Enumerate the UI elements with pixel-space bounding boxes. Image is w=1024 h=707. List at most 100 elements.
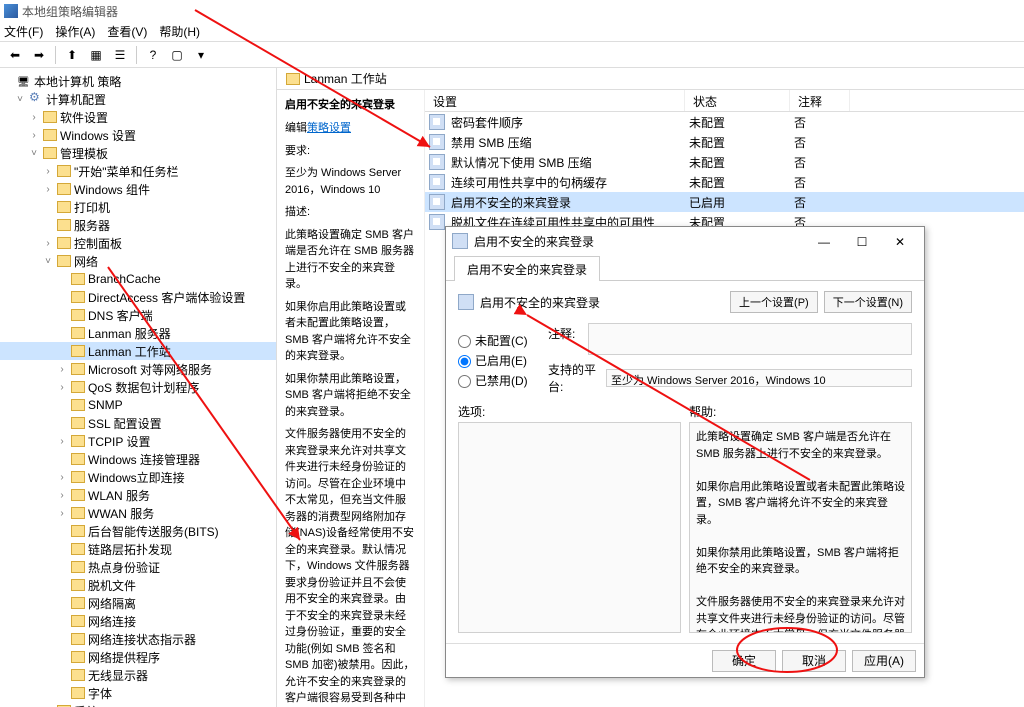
tree-network[interactable]: ˅网络	[0, 252, 276, 270]
tree-item[interactable]: 网络隔离	[0, 594, 276, 612]
list-row[interactable]: 禁用 SMB 压缩 未配置 否	[425, 132, 1024, 152]
tree-item[interactable]: 后台智能传送服务(BITS)	[0, 522, 276, 540]
tree-item[interactable]: Windows 连接管理器	[0, 450, 276, 468]
close-button[interactable]: ✕	[882, 231, 918, 251]
policy-dialog: 启用不安全的来宾登录 — ☐ ✕ 启用不安全的来宾登录 启用不安全的来宾登录 上…	[445, 226, 925, 678]
folder-icon	[71, 561, 85, 573]
tab-main[interactable]: 启用不安全的来宾登录	[454, 256, 600, 281]
tree-item[interactable]: 网络连接	[0, 612, 276, 630]
folder-icon	[71, 507, 85, 519]
tree-item[interactable]: 打印机	[0, 198, 276, 216]
menu-help[interactable]: 帮助(H)	[159, 23, 200, 40]
props-button[interactable]: ☰	[109, 44, 131, 66]
prev-setting-button[interactable]: 上一个设置(P)	[730, 291, 818, 313]
radio-disabled[interactable]: 已禁用(D)	[458, 372, 548, 389]
folder-icon	[57, 183, 71, 195]
content-title: Lanman 工作站	[304, 70, 387, 87]
folder-icon	[71, 597, 85, 609]
tree-item[interactable]: 脱机文件	[0, 576, 276, 594]
state-radios: 未配置(C) 已启用(E) 已禁用(D)	[458, 329, 548, 399]
menu-view[interactable]: 查看(V)	[107, 23, 147, 40]
toolbar: ⬅ ➡ ⬆ ▦ ☰ ? ▢ ▾	[0, 42, 1024, 68]
tree-item[interactable]: 无线显示器	[0, 666, 276, 684]
dialog-tabs: 启用不安全的来宾登录	[446, 255, 924, 281]
tree-item[interactable]: 链路层拓扑发现	[0, 540, 276, 558]
separator	[55, 46, 56, 64]
tree-item[interactable]: 热点身份验证	[0, 558, 276, 576]
folder-icon	[286, 73, 300, 85]
menu-action[interactable]: 操作(A)	[55, 23, 95, 40]
cancel-button[interactable]: 取消	[782, 650, 846, 672]
tree-item[interactable]: 网络提供程序	[0, 648, 276, 666]
next-setting-button[interactable]: 下一个设置(N)	[824, 291, 912, 313]
folder-icon	[57, 165, 71, 177]
edit-policy-link[interactable]: 策略设置	[307, 122, 351, 134]
tree-item[interactable]: ›"开始"菜单和任务栏	[0, 162, 276, 180]
folder-icon	[43, 129, 57, 141]
nav-tree[interactable]: 本地计算机 策略 ˅计算机配置 ›软件设置 ›Windows 设置 ˅管理模板 …	[0, 68, 277, 707]
folder-icon	[71, 273, 85, 285]
up-button[interactable]: ⬆	[61, 44, 83, 66]
radio-not-configured[interactable]: 未配置(C)	[458, 332, 548, 349]
folder-icon	[71, 489, 85, 501]
cell-note: 否	[794, 154, 854, 171]
minimize-button[interactable]: —	[806, 231, 842, 251]
tree-item[interactable]: SNMP	[0, 396, 276, 414]
folder-icon	[71, 381, 85, 393]
filter-button[interactable]: ▢	[166, 44, 188, 66]
radio-enabled[interactable]: 已启用(E)	[458, 352, 548, 369]
tree-admin-templates[interactable]: ˅管理模板	[0, 144, 276, 162]
tree-item[interactable]: 服务器	[0, 216, 276, 234]
col-setting[interactable]: 设置	[425, 90, 685, 111]
folder-icon	[43, 111, 57, 123]
menu-file[interactable]: 文件(F)	[4, 23, 43, 40]
ok-button[interactable]: 确定	[712, 650, 776, 672]
policy-icon	[452, 233, 468, 249]
tree-item[interactable]: 字体	[0, 684, 276, 702]
tree-item[interactable]: ›Windows 组件	[0, 180, 276, 198]
tree-lanman-ws[interactable]: Lanman 工作站	[0, 342, 276, 360]
comment-textarea[interactable]	[588, 323, 912, 355]
tree-item[interactable]: ›Microsoft 对等网络服务	[0, 360, 276, 378]
list-row[interactable]: 默认情况下使用 SMB 压缩 未配置 否	[425, 152, 1024, 172]
tree-item[interactable]: DirectAccess 客户端体验设置	[0, 288, 276, 306]
forward-button[interactable]: ➡	[28, 44, 50, 66]
back-button[interactable]: ⬅	[4, 44, 26, 66]
tree-computer-config[interactable]: ˅计算机配置	[0, 90, 276, 108]
tree-item[interactable]: ›软件设置	[0, 108, 276, 126]
tree-item[interactable]: DNS 客户端	[0, 306, 276, 324]
setting-icon	[429, 134, 445, 150]
tree-item[interactable]: ›系统	[0, 702, 276, 707]
setting-name: 启用不安全的来宾登录	[480, 294, 724, 311]
tree-item[interactable]: 网络连接状态指示器	[0, 630, 276, 648]
setting-icon	[429, 154, 445, 170]
list-row[interactable]: 连续可用性共享中的句柄缓存 未配置 否	[425, 172, 1024, 192]
filter2-button[interactable]: ▾	[190, 44, 212, 66]
tree-item[interactable]: ›Windows 设置	[0, 126, 276, 144]
tree-item[interactable]: ›TCPIP 设置	[0, 432, 276, 450]
list-row[interactable]: 启用不安全的来宾登录 已启用 否	[425, 192, 1024, 212]
tree-root[interactable]: 本地计算机 策略	[0, 72, 276, 90]
apply-button[interactable]: 应用(A)	[852, 650, 916, 672]
folder-icon	[71, 471, 85, 483]
folder-icon	[71, 399, 85, 411]
tree-item[interactable]: ›控制面板	[0, 234, 276, 252]
tree-item[interactable]: SSL 配置设置	[0, 414, 276, 432]
options-label: 选项:	[458, 403, 681, 420]
tree-item[interactable]: Lanman 服务器	[0, 324, 276, 342]
support-value: 至少为 Windows Server 2016，Windows 10	[606, 369, 912, 387]
tree-item[interactable]: ›Windows立即连接	[0, 468, 276, 486]
maximize-button[interactable]: ☐	[844, 231, 880, 251]
show-hide-button[interactable]: ▦	[85, 44, 107, 66]
folder-icon	[57, 201, 71, 213]
tree-item[interactable]: ›WWAN 服务	[0, 504, 276, 522]
tree-item[interactable]: ›WLAN 服务	[0, 486, 276, 504]
help-button[interactable]: ?	[142, 44, 164, 66]
tree-item[interactable]: ›QoS 数据包计划程序	[0, 378, 276, 396]
dialog-titlebar[interactable]: 启用不安全的来宾登录 — ☐ ✕	[446, 227, 924, 255]
list-row[interactable]: 密码套件顺序 未配置 否	[425, 112, 1024, 132]
col-state[interactable]: 状态	[685, 90, 790, 111]
col-note[interactable]: 注释	[790, 90, 850, 111]
folder-icon	[71, 309, 85, 321]
tree-item[interactable]: BranchCache	[0, 270, 276, 288]
